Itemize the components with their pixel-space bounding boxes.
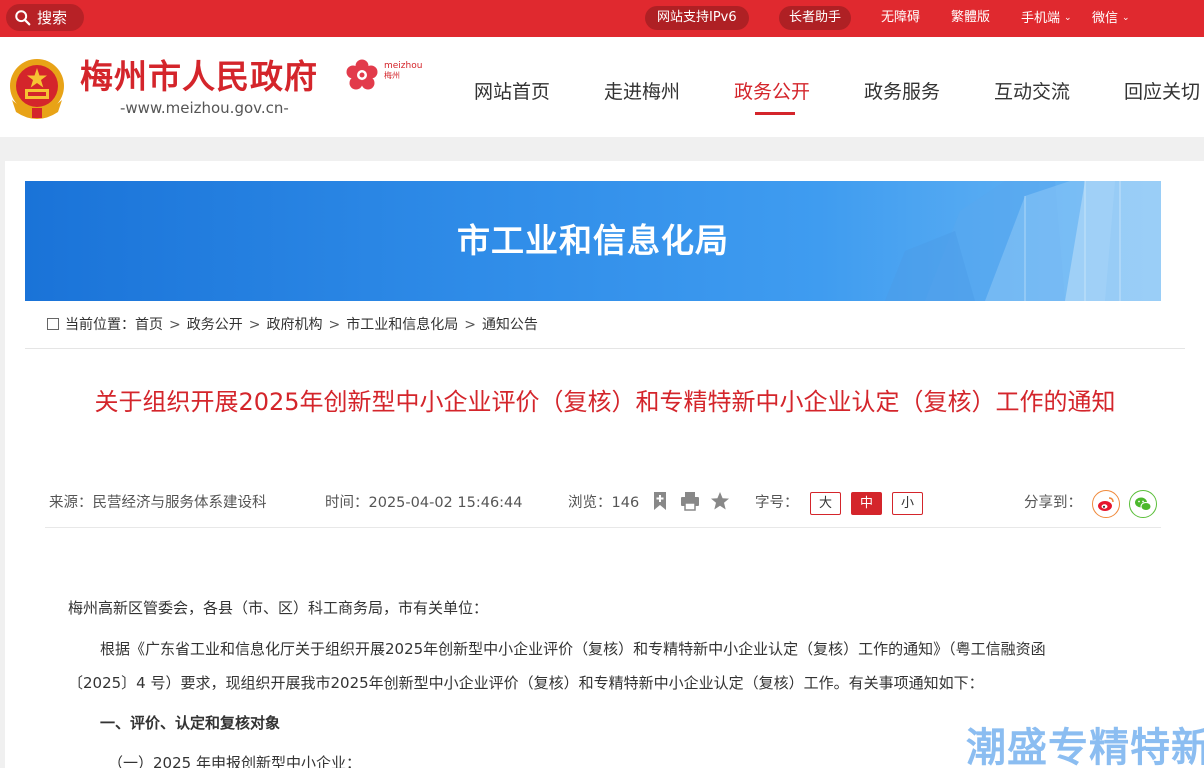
breadcrumb-gov-affairs[interactable]: 政务公开 [187,317,243,333]
wechat-label: 微信 [1092,11,1119,26]
banner-title: 市工业和信息化局 [457,221,729,260]
article-title: 关于组织开展2025年创新型中小企业评价（复核）和专精特新中小企业认定（复核）工… [94,388,1116,416]
mobile-label: 手机端 [1021,11,1061,26]
chevron-down-icon: ⌄ [1064,13,1072,23]
meta-divider [45,527,1161,528]
watermark-text: 潮盛专精特新 [966,725,1204,768]
nav-about-meizhou[interactable]: 走进梅州 [604,77,680,104]
breadcrumb-separator: > [248,317,261,333]
article-paragraph-1-line-2: 〔2025〕4 号）要求，现组织开展我市2025年创新型中小企业评价（复核）和专… [68,674,984,692]
wechat-menu[interactable]: 微信 ⌄ [1092,8,1130,29]
meizhou-logo-text: meizhou 梅州 [384,61,422,81]
search-label: 搜索 [37,9,68,27]
chevron-down-icon: ⌄ [1122,13,1130,23]
nav-gov-affairs-open[interactable]: 政务公开 [734,77,810,104]
breadcrumb: 当前位置：首页 > 政务公开 > 政府机构 > 市工业和信息化局 > 通知公告 [47,316,538,334]
time-label: 时间： [325,495,369,511]
print-icon[interactable] [680,491,700,511]
mobile-menu[interactable]: 手机端 ⌄ [1021,8,1072,29]
breadcrumb-separator: > [328,317,341,333]
views-label: 浏览： [568,495,612,511]
share-label: 分享到： [1024,495,1082,511]
accessibility-link[interactable]: 无障碍 [881,8,920,28]
weibo-icon [1098,497,1114,511]
site-title[interactable]: 梅州市人民政府 [80,57,318,97]
logo-text-cn: 梅州 [384,71,400,80]
ipv6-badge[interactable]: 网站支持IPv6 [645,6,749,30]
article-time: 时间：2025-04-02 15:46:44 [325,493,523,513]
breadcrumb-separator: > [464,317,476,333]
nav-responses[interactable]: 回应关切 [1124,77,1200,104]
search-icon [15,9,31,25]
site-header: 梅州市人民政府 -www.meizhou.gov.cn- meizhou 梅州 … [0,37,1204,137]
elder-assistant-button[interactable]: 长者助手 [779,6,852,30]
nav-gov-services[interactable]: 政务服务 [864,77,940,104]
font-size-large-button[interactable]: 大 [810,492,841,515]
location-icon [47,318,59,330]
search-button[interactable]: 搜索 [6,4,84,31]
nav-interaction[interactable]: 互动交流 [994,77,1070,104]
font-size-label: 字号： [755,495,799,511]
logo-text-en: meizhou [384,61,423,71]
top-bar: 搜索 网站支持IPv6 长者助手 无障碍 繁體版 手机端 ⌄ 微信 ⌄ [0,0,1204,37]
article-paragraph-1-line-1: 根据《广东省工业和信息化厅关于组织开展2025年创新型中小企业评价（复核）和专精… [100,640,1046,658]
time-value: 2025-04-02 15:46:44 [368,495,523,511]
article-views: 浏览：146 [568,493,639,513]
national-emblem-icon[interactable] [6,56,68,120]
section-heading-1: 一、评价、认定和复核对象 [100,714,281,732]
source-label: 来源： [49,495,93,511]
font-size-medium-button[interactable]: 中 [851,492,882,515]
article-salutation: 梅州高新区管委会，各县（市、区）科工商务局，市有关单位： [68,599,489,617]
wechat-icon [1135,497,1152,511]
traditional-chinese-link[interactable]: 繁體版 [951,8,990,28]
font-size-small-button[interactable]: 小 [892,492,923,515]
meizhou-flower-logo-icon [346,59,378,90]
source-value: 民营经济与服务体系建设科 [92,495,267,511]
nav-home[interactable]: 网站首页 [474,77,550,104]
article-source: 来源：民营经济与服务体系建设科 [49,493,267,513]
breadcrumb-divider [25,348,1185,349]
subsection-1: （一）2025 年申报创新型中小企业： [108,754,361,768]
star-favorite-icon[interactable] [710,491,730,511]
main-content: 市工业和信息化局 当前位置：首页 > 政务公开 > 政府机构 > 市工业和信息化局 > 通知公告… [5,161,1204,768]
breadcrumb-notices[interactable]: 通知公告 [482,317,538,333]
department-banner: 市工业和信息化局 [25,181,1161,301]
breadcrumb-home[interactable]: 首页 [135,317,163,333]
views-value: 146 [611,495,640,511]
breadcrumb-bureau[interactable]: 市工业和信息化局 [346,317,458,333]
bookmark-add-icon[interactable] [652,491,668,511]
breadcrumb-prefix: 当前位置： [65,317,135,333]
weibo-share-button[interactable] [1092,490,1120,518]
site-url: -www.meizhou.gov.cn- [120,99,289,117]
breadcrumb-gov-agencies[interactable]: 政府机构 [266,317,322,333]
active-nav-indicator [755,112,795,115]
wechat-share-button[interactable] [1129,490,1157,518]
breadcrumb-separator: > [169,317,181,333]
